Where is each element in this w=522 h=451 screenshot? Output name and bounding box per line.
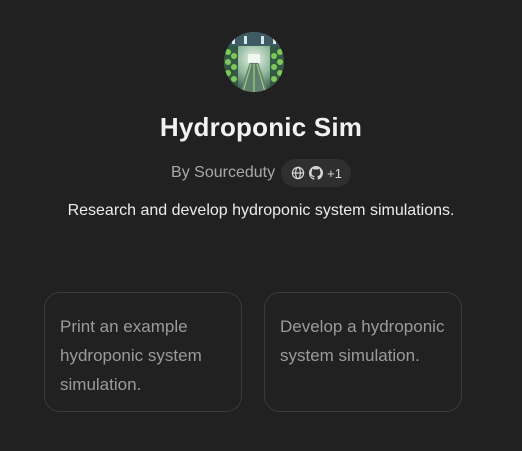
gpt-avatar: [224, 32, 284, 92]
author-row: By Sourceduty +1: [0, 158, 522, 188]
social-links-button[interactable]: +1: [281, 159, 351, 187]
starter-label: Develop a hydroponic system simulation.: [280, 317, 445, 365]
starter-label: Print an example hydroponic system simul…: [60, 317, 202, 394]
conversation-starter-develop[interactable]: Develop a hydroponic system simulation.: [264, 292, 462, 412]
globe-icon: [291, 166, 305, 180]
hydroponic-greenhouse-image: [224, 32, 284, 92]
github-icon: [309, 166, 324, 180]
author-name: By Sourceduty: [171, 164, 276, 181]
gpt-title: Hydroponic Sim: [159, 112, 363, 142]
conversation-starter-print-example[interactable]: Print an example hydroponic system simul…: [44, 292, 242, 412]
extra-links-count: +1: [327, 165, 342, 181]
gpt-description: Research and develop hydroponic system s…: [67, 202, 455, 219]
